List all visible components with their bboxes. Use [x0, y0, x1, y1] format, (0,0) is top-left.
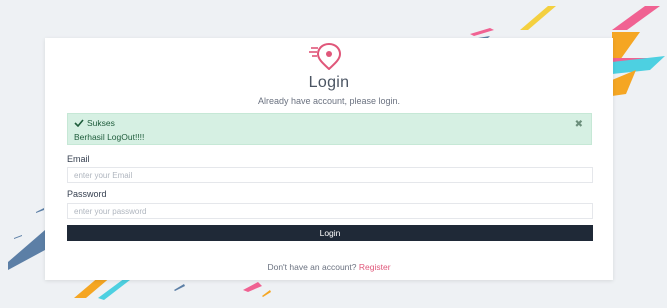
login-button[interactable]: Login: [67, 225, 593, 241]
login-card: Login Already have account, please login…: [45, 38, 613, 280]
stripe-orange-right: [612, 32, 640, 60]
password-field[interactable]: [67, 203, 593, 219]
success-alert: Sukses Berhasil LogOut!!!! ✖: [67, 113, 592, 145]
password-label: Password: [67, 189, 107, 199]
page-title: Login: [308, 74, 350, 91]
stripe-dash-left: [14, 235, 22, 239]
stripe-pink-small: [470, 28, 494, 36]
stripe-orange-corner: [612, 70, 636, 96]
alert-heading: Sukses: [74, 118, 115, 128]
stripe-pink-top: [612, 6, 660, 30]
check-icon: [74, 119, 84, 127]
close-icon[interactable]: ✖: [575, 120, 583, 130]
stripe-pink-bottom: [243, 282, 262, 292]
register-prompt-text: Don't have an account?: [267, 262, 357, 272]
register-prompt: Don't have an account? Register: [45, 262, 613, 272]
email-field[interactable]: [67, 167, 593, 183]
stripe-dash-bottom: [174, 284, 185, 291]
alert-message: Berhasil LogOut!!!!: [74, 132, 145, 142]
stripe-dash-left-2: [36, 208, 44, 213]
alert-title: Sukses: [87, 118, 115, 128]
page-subtitle: Already have account, please login.: [257, 96, 401, 106]
location-pin-logo-icon: [309, 42, 342, 70]
stripe-dash-bottom-2: [262, 290, 271, 297]
stripe-blue-left: [8, 230, 45, 270]
register-link[interactable]: Register: [359, 262, 391, 272]
email-label: Email: [67, 154, 90, 164]
stripe-yellow: [520, 6, 556, 30]
